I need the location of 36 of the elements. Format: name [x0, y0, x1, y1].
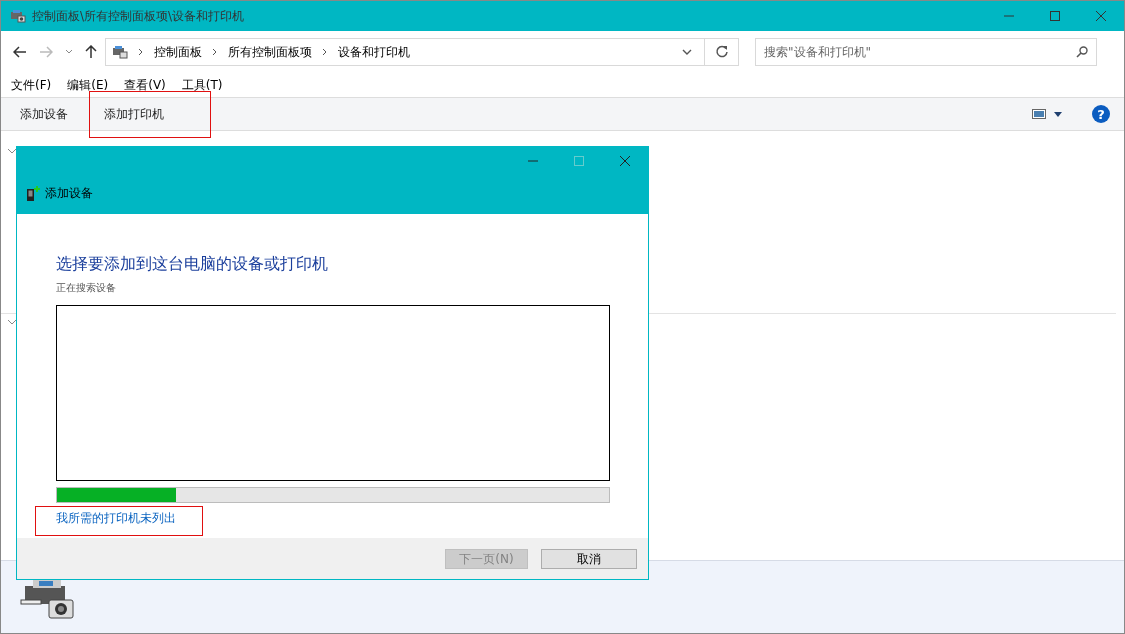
command-button[interactable]: 添加设备 — [10, 101, 78, 127]
status-text: 正在搜索设备 — [56, 281, 117, 295]
device-add-icon — [26, 185, 40, 202]
help-icon[interactable]: ? — [1092, 105, 1110, 123]
dialog-button[interactable]: 取消 — [541, 548, 637, 569]
maximize-icon[interactable] — [1049, 10, 1061, 22]
search-field[interactable]: 搜索"设备和打印机" — [755, 38, 1097, 66]
menu-item[interactable]: 文件(F) — [11, 76, 52, 94]
printer-not-listed-link[interactable]: 我所需的打印机未列出 — [36, 507, 202, 535]
breadcrumb[interactable]: 所有控制面板项 — [228, 43, 312, 61]
caret-icon[interactable] — [1054, 111, 1062, 117]
dropdown-caret-icon[interactable] — [682, 49, 692, 55]
menu-item[interactable]: 编辑(E) — [67, 76, 109, 94]
printer-icon — [10, 8, 26, 24]
breadcrumb[interactable]: 设备和打印机 — [338, 43, 410, 61]
refresh-button[interactable] — [705, 38, 739, 66]
maximize-icon — [573, 155, 585, 167]
printer-icon — [112, 44, 128, 60]
menu-item[interactable]: 查看(V) — [124, 76, 166, 94]
address-bar[interactable]: 控制面板 所有控制面板项 设备和打印机 — [105, 38, 705, 66]
dialog-title: 添加设备 — [45, 185, 93, 202]
command-button[interactable]: 添加打印机 — [90, 91, 210, 137]
refresh-icon — [714, 45, 729, 59]
close-icon[interactable] — [1095, 10, 1107, 22]
back-arrow-icon[interactable] — [13, 46, 27, 58]
up-arrow-icon[interactable] — [85, 45, 97, 59]
view-icon[interactable] — [1032, 109, 1046, 119]
menu-item[interactable]: 工具(T) — [181, 76, 223, 94]
chevron-icon — [322, 48, 328, 56]
window-title: 控制面板\所有控制面板项\设备和打印机 — [32, 7, 245, 25]
dialog-heading: 选择要添加到这台电脑的设备或打印机 — [56, 254, 329, 275]
chevron-icon — [212, 48, 218, 56]
breadcrumb[interactable]: 控制面板 — [154, 43, 202, 61]
search-icon — [1076, 46, 1088, 58]
chevron-icon — [138, 48, 144, 56]
close-icon[interactable] — [619, 155, 631, 167]
